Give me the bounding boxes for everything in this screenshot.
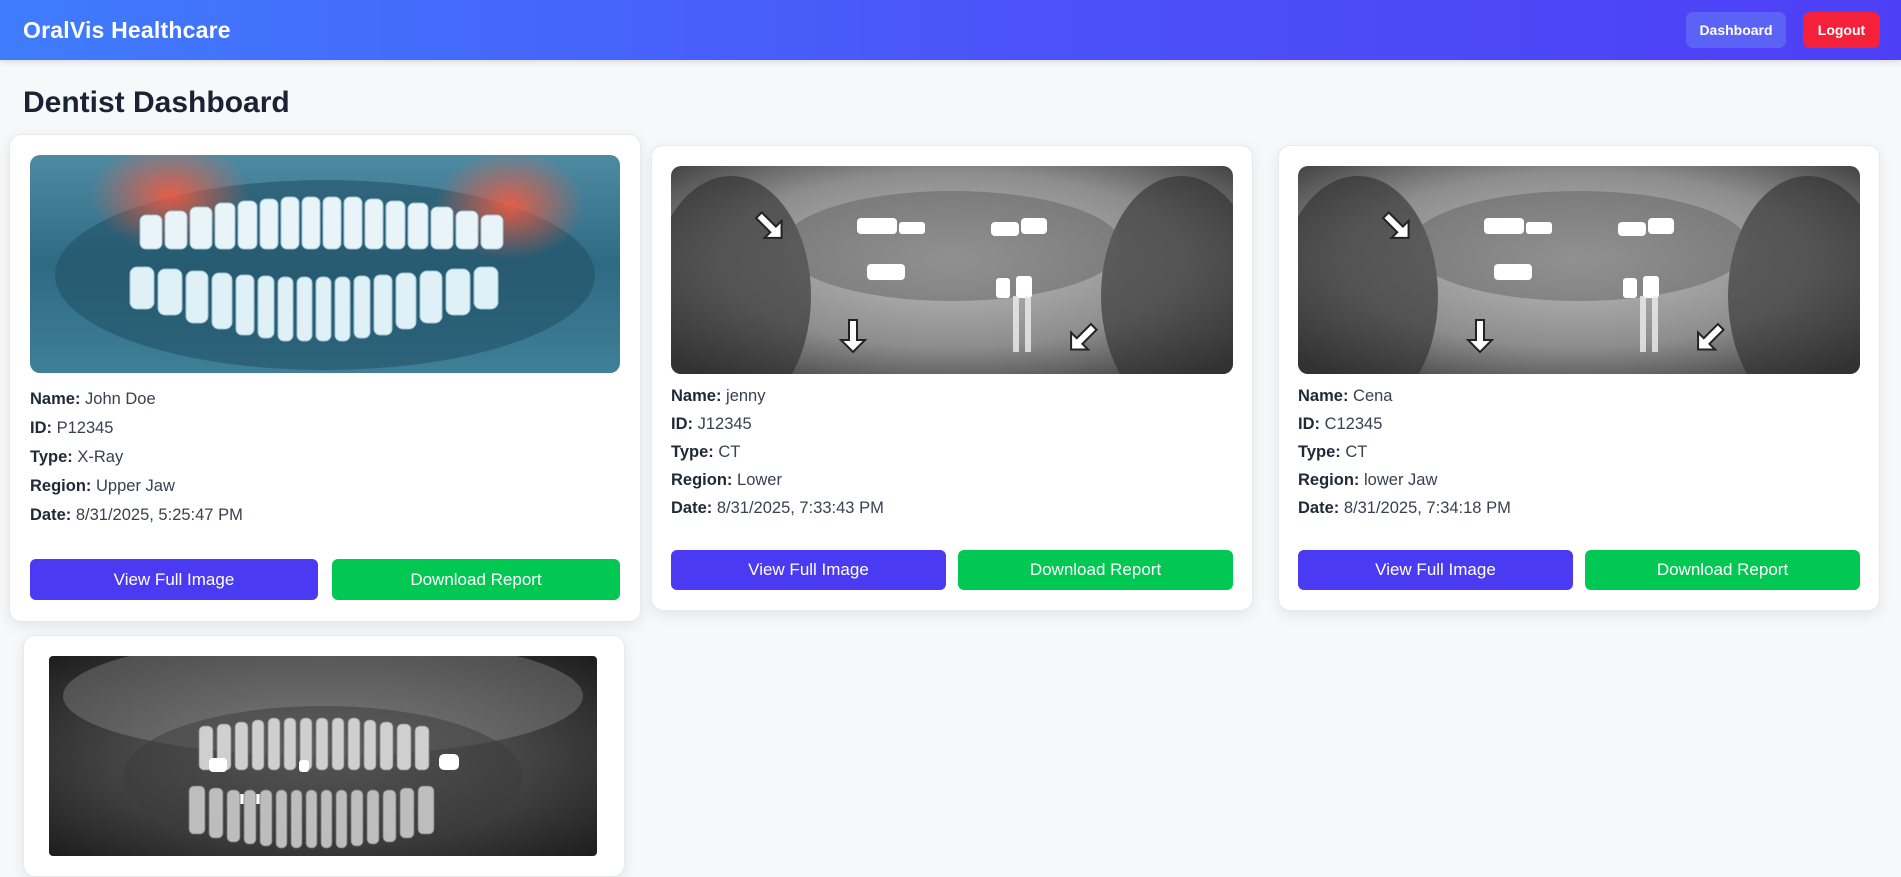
- scan-region: Upper Jaw: [96, 477, 175, 495]
- scan-type: X-Ray: [77, 448, 124, 466]
- panoramic-xray-image[interactable]: [30, 155, 620, 373]
- patient-info: Name: John Doe ID: P12345 Type: X-Ray Re…: [30, 385, 243, 530]
- id-label: ID:: [1298, 415, 1320, 433]
- download-report-button[interactable]: Download Report: [1585, 550, 1860, 590]
- brand-logo-text[interactable]: OralVis Healthcare: [23, 17, 231, 44]
- view-full-image-button[interactable]: View Full Image: [30, 559, 318, 600]
- id-row: ID: J12345: [671, 410, 884, 438]
- patient-id: P12345: [56, 419, 114, 437]
- patient-id: J12345: [697, 415, 752, 433]
- panoramic-xray-image[interactable]: [671, 166, 1233, 374]
- region-label: Region:: [30, 477, 92, 495]
- panoramic-xray-image[interactable]: [1298, 166, 1860, 374]
- scan-type: CT: [718, 443, 741, 461]
- date-row: Date: 8/31/2025, 5:25:47 PM: [30, 501, 243, 530]
- patient-name: John Doe: [85, 390, 156, 408]
- name-label: Name:: [30, 390, 81, 408]
- patient-info: Name: jenny ID: J12345 Type: CT Region: …: [671, 382, 884, 522]
- patient-name: Cena: [1353, 387, 1393, 405]
- region-row: Region: Lower: [671, 466, 884, 494]
- panoramic-xray-image[interactable]: [49, 656, 597, 856]
- region-row: Region: lower Jaw: [1298, 466, 1511, 494]
- type-row: Type: CT: [671, 438, 884, 466]
- dashboard-button[interactable]: Dashboard: [1686, 12, 1786, 48]
- logout-button[interactable]: Logout: [1803, 12, 1880, 48]
- date-label: Date:: [30, 506, 72, 524]
- id-row: ID: C12345: [1298, 410, 1511, 438]
- type-label: Type:: [1298, 443, 1341, 461]
- view-full-image-button[interactable]: View Full Image: [1298, 550, 1573, 590]
- name-label: Name:: [671, 387, 722, 405]
- page-title: Dentist Dashboard: [23, 86, 290, 119]
- download-report-button[interactable]: Download Report: [332, 559, 620, 600]
- type-label: Type:: [671, 443, 714, 461]
- name-row: Name: jenny: [671, 382, 884, 410]
- id-label: ID:: [30, 419, 52, 437]
- type-row: Type: X-Ray: [30, 443, 243, 472]
- id-label: ID:: [671, 415, 693, 433]
- patient-name: jenny: [726, 387, 766, 405]
- id-row: ID: P12345: [30, 414, 243, 443]
- scan-date: 8/31/2025, 7:33:43 PM: [716, 499, 884, 517]
- scan-date: 8/31/2025, 7:34:18 PM: [1343, 499, 1511, 517]
- download-report-button[interactable]: Download Report: [958, 550, 1233, 590]
- patient-card: Name: Cena ID: C12345 Type: CT Region: l…: [1278, 145, 1880, 611]
- region-label: Region:: [1298, 471, 1360, 489]
- patient-card: Name: John Doe ID: P12345 Type: X-Ray Re…: [9, 134, 641, 622]
- top-navbar: OralVis Healthcare Dashboard Logout: [0, 0, 1901, 60]
- patient-card: [23, 635, 625, 877]
- patient-info: Name: Cena ID: C12345 Type: CT Region: l…: [1298, 382, 1511, 522]
- name-label: Name:: [1298, 387, 1349, 405]
- scan-region: Lower: [737, 471, 782, 489]
- date-label: Date:: [1298, 499, 1340, 517]
- name-row: Name: Cena: [1298, 382, 1511, 410]
- type-row: Type: CT: [1298, 438, 1511, 466]
- patient-card: Name: jenny ID: J12345 Type: CT Region: …: [651, 145, 1253, 611]
- scan-date: 8/31/2025, 5:25:47 PM: [75, 506, 243, 524]
- region-row: Region: Upper Jaw: [30, 472, 243, 501]
- region-label: Region:: [671, 471, 733, 489]
- scan-region: lower Jaw: [1364, 471, 1438, 489]
- date-row: Date: 8/31/2025, 7:34:18 PM: [1298, 494, 1511, 522]
- date-label: Date:: [671, 499, 713, 517]
- view-full-image-button[interactable]: View Full Image: [671, 550, 946, 590]
- scan-type: CT: [1345, 443, 1368, 461]
- type-label: Type:: [30, 448, 73, 466]
- name-row: Name: John Doe: [30, 385, 243, 414]
- patient-id: C12345: [1324, 415, 1383, 433]
- date-row: Date: 8/31/2025, 7:33:43 PM: [671, 494, 884, 522]
